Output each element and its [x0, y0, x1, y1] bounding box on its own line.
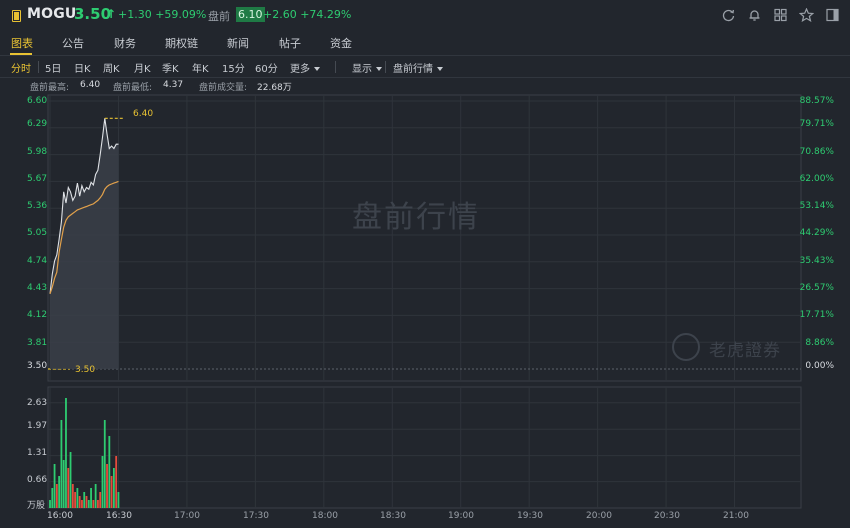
percent-tick: 35.43% [799, 256, 834, 266]
time-tick: 18:30 [380, 511, 406, 521]
price-tick: 6.29 [27, 119, 48, 129]
volume-tick: 1.97 [27, 421, 48, 431]
percent-tick: 26.57% [799, 283, 834, 293]
time-tick: 18:00 [312, 511, 338, 521]
percent-tick: 70.86% [799, 147, 834, 157]
volume-bar [87, 500, 90, 508]
volume-bar [78, 496, 81, 508]
time-tick: 20:30 [654, 511, 680, 521]
volume-bar [94, 484, 97, 508]
percent-tick: 62.00% [799, 174, 834, 184]
percent-tick: 17.71% [799, 310, 834, 320]
price-tick: 5.05 [27, 228, 48, 238]
volume-bar [101, 456, 104, 508]
percent-tick: 0.00% [805, 361, 834, 371]
volume-bar [115, 456, 118, 508]
volume-bar [83, 492, 86, 508]
time-tick: 16:30 [106, 511, 132, 521]
volume-bar [55, 484, 58, 508]
volume-pane-frame [47, 386, 802, 509]
premarket-watermark: 盘前行情 [352, 200, 480, 235]
price-tick: 6.60 [27, 96, 48, 106]
volume-bar [49, 500, 51, 508]
price-tick: 4.43 [27, 283, 48, 293]
tiger-logo-icon [672, 333, 700, 361]
high-marker-label: 6.40 [133, 109, 154, 119]
time-tick: 19:30 [517, 511, 543, 521]
time-tick: 21:00 [723, 511, 749, 521]
price-tick: 5.67 [27, 174, 48, 184]
volume-bar [85, 496, 88, 508]
price-tick: 5.36 [27, 201, 48, 211]
volume-tick: 1.31 [27, 448, 48, 458]
brand-watermark: 老虎證券 [709, 341, 781, 361]
percent-tick: 53.14% [799, 201, 834, 211]
volume-bar [69, 452, 72, 508]
time-tick: 19:00 [448, 511, 474, 521]
percent-tick: 88.57% [799, 96, 834, 106]
volume-bar [71, 484, 74, 508]
volume-bar [112, 468, 115, 508]
volume-bar [74, 492, 76, 508]
volume-bar [108, 436, 111, 508]
volume-bar [103, 420, 106, 508]
volume-bar [106, 464, 108, 508]
price-tick: 4.12 [27, 310, 48, 320]
intraday-chart[interactable] [0, 0, 850, 528]
volume-bar [99, 492, 102, 508]
volume-bar [53, 464, 56, 508]
price-tick: 4.74 [27, 256, 48, 266]
volume-bar [110, 476, 113, 508]
price-tick: 3.50 [27, 361, 48, 371]
volume-bar [81, 500, 83, 508]
price-tick: 3.81 [27, 338, 48, 348]
percent-tick: 79.71% [799, 119, 834, 129]
time-tick: 17:00 [174, 511, 200, 521]
percent-tick: 44.29% [799, 228, 834, 238]
volume-bar [51, 488, 54, 508]
volume-bar [92, 500, 95, 508]
time-tick: 20:00 [586, 511, 612, 521]
volume-bar [65, 398, 67, 508]
volume-bar [58, 476, 61, 508]
volume-tick: 2.63 [27, 398, 48, 408]
volume-bar [76, 488, 79, 508]
price-tick: 5.98 [27, 147, 48, 157]
volume-bar [62, 460, 65, 508]
volume-bar [97, 500, 99, 508]
time-tick: 17:30 [243, 511, 269, 521]
volume-bar [90, 488, 92, 508]
volume-unit-label: 万股 [27, 501, 46, 511]
volume-bar [117, 492, 120, 508]
volume-tick: 0.66 [27, 475, 48, 485]
time-tick: 16:00 [47, 511, 73, 521]
percent-tick: 8.86% [805, 338, 834, 348]
volume-bar [67, 468, 70, 508]
volume-bar [60, 420, 63, 508]
prev-close-label: 3.50 [75, 365, 96, 375]
